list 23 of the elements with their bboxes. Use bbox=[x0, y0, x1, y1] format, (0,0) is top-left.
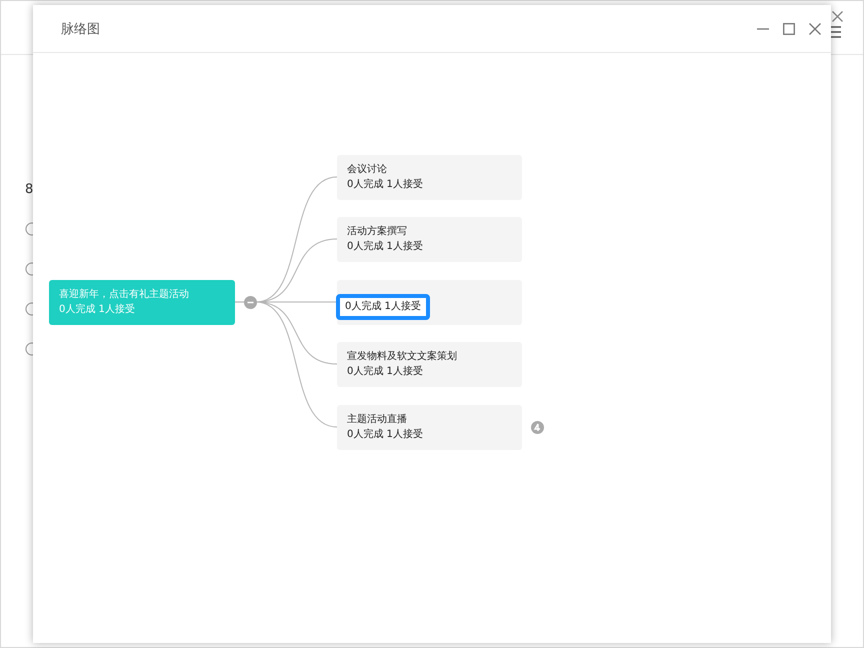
node-stats: 0人完成 1人接受 bbox=[59, 302, 135, 317]
maximize-icon[interactable] bbox=[783, 22, 795, 34]
node-stats: 0人完成 1人接受 bbox=[347, 364, 423, 379]
node-title: 会议讨论 bbox=[347, 162, 388, 177]
child-node[interactable]: 宣发物料及软文文案策划 0人完成 1人接受 bbox=[337, 342, 522, 387]
node-title: 活动方案撰写 bbox=[347, 224, 408, 239]
node-stats: 0人完成 1人接受 bbox=[347, 428, 423, 442]
child-node[interactable]: 活动方案撰写 0人完成 1人接受 bbox=[337, 217, 522, 262]
highlighted-stats: 0人完成 1人接受 bbox=[336, 294, 430, 320]
node-title: 主题活动直播 bbox=[347, 412, 408, 427]
child-node[interactable]: 会议讨论 0人完成 1人接受 bbox=[337, 155, 522, 200]
child-node[interactable]: 主题活动直播 0人完成 1人接受 bbox=[337, 405, 522, 450]
node-stats: 0人完成 1人接受 bbox=[347, 240, 423, 254]
close-icon[interactable] bbox=[809, 22, 821, 34]
dialog-title: 脉络图 bbox=[61, 20, 100, 38]
child-node[interactable]: 0人完成 1人接受 bbox=[337, 280, 522, 325]
node-title: 喜迎新年，点击有礼主题活动 bbox=[59, 288, 190, 302]
node-stats: 0人完成 1人接受 bbox=[347, 178, 423, 192]
close-icon[interactable] bbox=[832, 11, 843, 22]
page-text: 8 bbox=[25, 181, 34, 199]
collapsed-badge-icon[interactable] bbox=[531, 421, 544, 434]
collapse-icon[interactable] bbox=[244, 296, 257, 309]
node-title: 宣发物料及软文文案策划 bbox=[347, 350, 458, 364]
